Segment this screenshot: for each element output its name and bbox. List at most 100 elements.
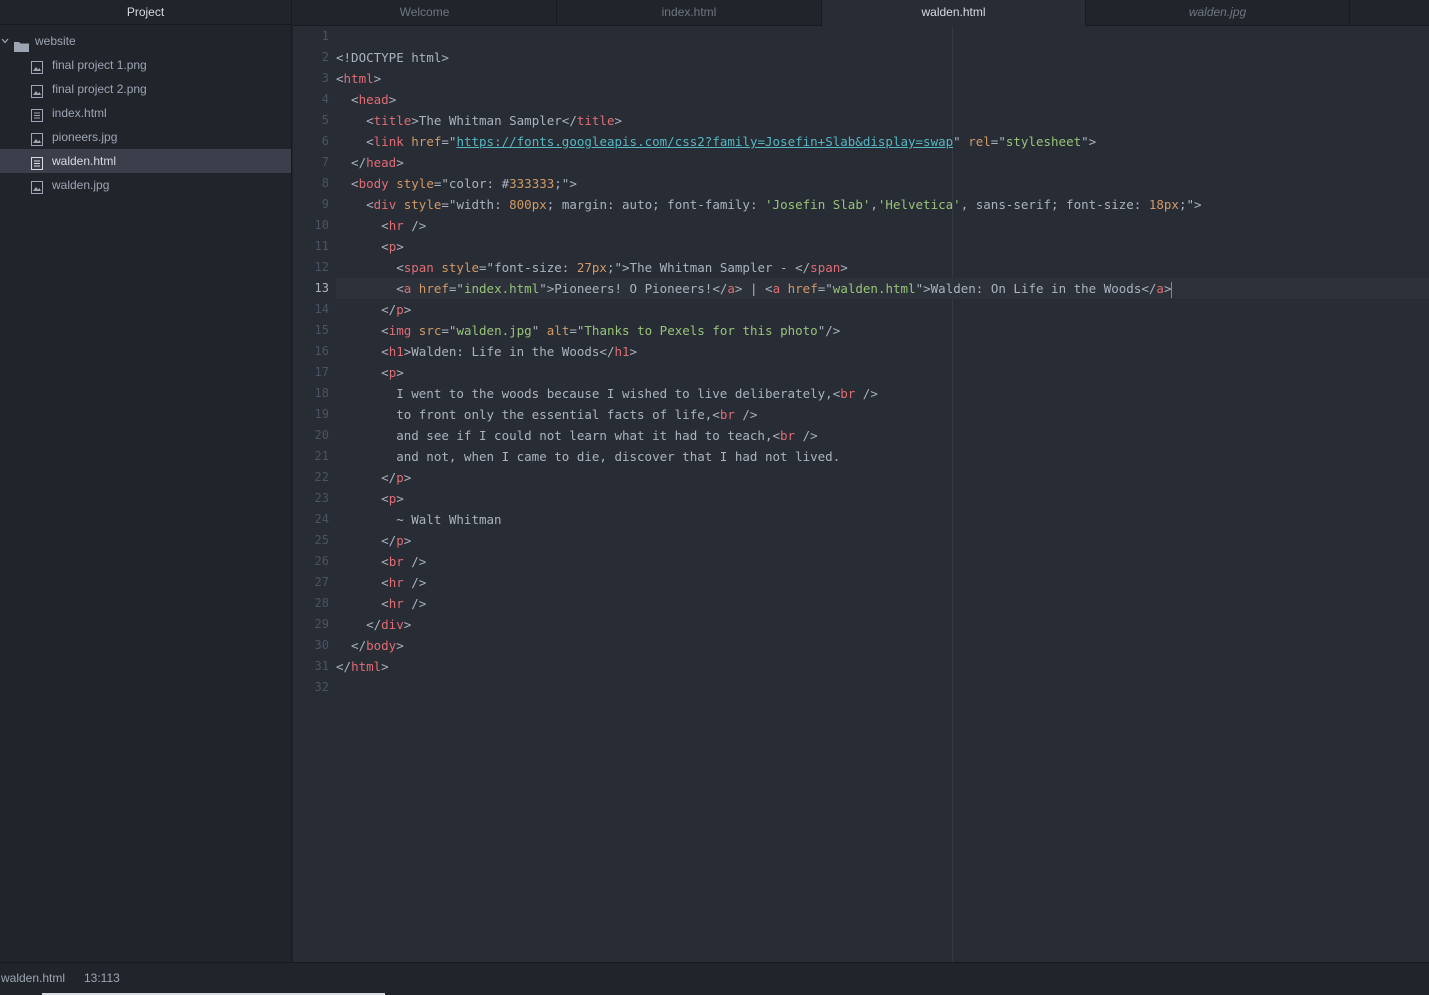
line-number[interactable]: 13 bbox=[293, 278, 329, 299]
line-number[interactable]: 22 bbox=[293, 467, 329, 488]
code-token: style bbox=[396, 176, 434, 191]
code-editor[interactable]: 1 2 3 4 5 6 7 8 9 10 11 12 13 14 15 16 17 18 19 20 21 22 23 24 2… bbox=[293, 26, 1429, 962]
line-number-gutter[interactable]: 1 2 3 4 5 6 7 8 9 10 11 12 13 14 15 16 17 18 19 20 21 22 23 24 2… bbox=[293, 26, 329, 698]
code-line[interactable]: </div> bbox=[336, 614, 1429, 635]
code-line[interactable]: <hr /> bbox=[336, 572, 1429, 593]
tab-walden-jpg[interactable]: walden.jpg bbox=[1086, 0, 1350, 26]
code-line[interactable]: <p> bbox=[336, 488, 1429, 509]
code-token: html bbox=[351, 659, 382, 674]
line-number[interactable]: 26 bbox=[293, 551, 329, 572]
code-line[interactable]: to front only the essential facts of lif… bbox=[336, 404, 1429, 425]
tab-index-html[interactable]: index.html bbox=[557, 0, 822, 26]
line-number[interactable]: 29 bbox=[293, 614, 329, 635]
code-line[interactable]: <!DOCTYPE html> bbox=[336, 47, 1429, 68]
code-token: " bbox=[953, 134, 969, 149]
code-line[interactable]: <div style="width: 800px; margin: auto; … bbox=[336, 194, 1429, 215]
code-token: </ bbox=[336, 659, 352, 674]
line-number[interactable]: 23 bbox=[293, 488, 329, 509]
code-line[interactable]: </body> bbox=[336, 635, 1429, 656]
line-number[interactable]: 20 bbox=[293, 425, 329, 446]
line-number[interactable]: 16 bbox=[293, 341, 329, 362]
line-number[interactable]: 28 bbox=[293, 593, 329, 614]
line-number[interactable]: 8 bbox=[293, 173, 329, 194]
line-number[interactable]: 7 bbox=[293, 152, 329, 173]
code-line[interactable]: <br /> bbox=[336, 551, 1429, 572]
code-line[interactable]: </html> bbox=[336, 656, 1429, 677]
line-number[interactable]: 1 bbox=[293, 26, 329, 47]
sidebar-title[interactable]: Project bbox=[0, 0, 291, 25]
line-number[interactable]: 15 bbox=[293, 320, 329, 341]
code-line[interactable]: </p> bbox=[336, 530, 1429, 551]
code-token: </ bbox=[336, 302, 397, 317]
code-line[interactable]: </p> bbox=[336, 467, 1429, 488]
line-number[interactable]: 9 bbox=[293, 194, 329, 215]
tree-item-final-project-1[interactable]: final project 1.png bbox=[0, 53, 291, 77]
code-token: > bbox=[614, 113, 623, 128]
tree-folder-website[interactable]: website bbox=[0, 29, 291, 53]
code-token: img bbox=[388, 323, 412, 338]
code-line[interactable]: <h1>Walden: Life in the Woods</h1> bbox=[336, 341, 1429, 362]
code-token: span bbox=[403, 260, 434, 275]
line-number[interactable]: 14 bbox=[293, 299, 329, 320]
code-line[interactable]: <hr /> bbox=[336, 215, 1429, 236]
code-area[interactable]: <!DOCTYPE html> <html> <head> <title>The … bbox=[336, 26, 1429, 698]
code-line[interactable]: <a href="index.html">Pioneers! O Pioneer… bbox=[336, 278, 1429, 299]
line-number[interactable]: 31 bbox=[293, 656, 329, 677]
line-number[interactable]: 32 bbox=[293, 677, 329, 698]
code-token: < bbox=[336, 197, 374, 212]
code-token: ;"> bbox=[554, 176, 577, 191]
code-line[interactable]: <head> bbox=[336, 89, 1429, 110]
code-token: ; margin: auto; font-family: bbox=[546, 197, 766, 212]
code-token: href bbox=[418, 281, 449, 296]
code-line[interactable]: </p> bbox=[336, 299, 1429, 320]
code-line[interactable]: <hr /> bbox=[336, 593, 1429, 614]
line-number[interactable]: 11 bbox=[293, 236, 329, 257]
code-line[interactable]: <p> bbox=[336, 362, 1429, 383]
line-number[interactable]: 6 bbox=[293, 131, 329, 152]
tree-item-index-html[interactable]: index.html bbox=[0, 101, 291, 125]
tree-item-pioneers-jpg[interactable]: pioneers.jpg bbox=[0, 125, 291, 149]
code-line[interactable]: and see if I could not learn what it had… bbox=[336, 425, 1429, 446]
tree-item-walden-html[interactable]: walden.html bbox=[0, 149, 291, 173]
code-line[interactable]: and not, when I came to die, discover th… bbox=[336, 446, 1429, 467]
line-number[interactable]: 27 bbox=[293, 572, 329, 593]
code-token: p bbox=[396, 533, 404, 548]
code-line[interactable]: </head> bbox=[336, 152, 1429, 173]
status-file-name[interactable]: walden.html bbox=[1, 971, 65, 985]
line-number[interactable]: 30 bbox=[293, 635, 329, 656]
line-number[interactable]: 5 bbox=[293, 110, 329, 131]
code-line[interactable]: <span style="font-size: 27px;">The Whitm… bbox=[336, 257, 1429, 278]
status-cursor-position[interactable]: 13:113 bbox=[84, 971, 120, 985]
line-number[interactable]: 10 bbox=[293, 215, 329, 236]
tab-walden-html[interactable]: walden.html bbox=[821, 0, 1086, 27]
line-number[interactable]: 21 bbox=[293, 446, 329, 467]
code-line[interactable]: <p> bbox=[336, 236, 1429, 257]
status-bar: walden.html 13:113 bbox=[0, 962, 1429, 995]
line-number[interactable]: 24 bbox=[293, 509, 329, 530]
code-token: > bbox=[403, 617, 412, 632]
tree-item-final-project-2[interactable]: final project 2.png bbox=[0, 77, 291, 101]
image-file-icon bbox=[31, 178, 43, 202]
code-line[interactable]: I went to the woods because I wished to … bbox=[336, 383, 1429, 404]
line-number[interactable]: 25 bbox=[293, 530, 329, 551]
code-line[interactable]: <title>The Whitman Sampler</title> bbox=[336, 110, 1429, 131]
code-line[interactable] bbox=[336, 26, 1429, 47]
line-number[interactable]: 19 bbox=[293, 404, 329, 425]
code-line[interactable] bbox=[336, 677, 1429, 698]
code-line[interactable]: <body style="color: #333333;"> bbox=[336, 173, 1429, 194]
line-number[interactable]: 4 bbox=[293, 89, 329, 110]
line-number[interactable]: 3 bbox=[293, 68, 329, 89]
code-token: ;"> bbox=[1178, 197, 1202, 212]
code-token: ="font-size: bbox=[479, 260, 577, 275]
code-line[interactable]: <img src="walden.jpg" alt="Thanks to Pex… bbox=[336, 320, 1429, 341]
tab-welcome[interactable]: Welcome bbox=[293, 0, 557, 26]
code-line[interactable]: <link href="https://fonts.googleapis.com… bbox=[336, 131, 1429, 152]
code-line[interactable]: <html> bbox=[336, 68, 1429, 89]
line-number[interactable]: 12 bbox=[293, 257, 329, 278]
tree-item-walden-jpg[interactable]: walden.jpg bbox=[0, 173, 291, 197]
line-number[interactable]: 17 bbox=[293, 362, 329, 383]
line-number[interactable]: 18 bbox=[293, 383, 329, 404]
code-token: link bbox=[373, 134, 404, 149]
code-line[interactable]: ~ Walt Whitman bbox=[336, 509, 1429, 530]
line-number[interactable]: 2 bbox=[293, 47, 329, 68]
